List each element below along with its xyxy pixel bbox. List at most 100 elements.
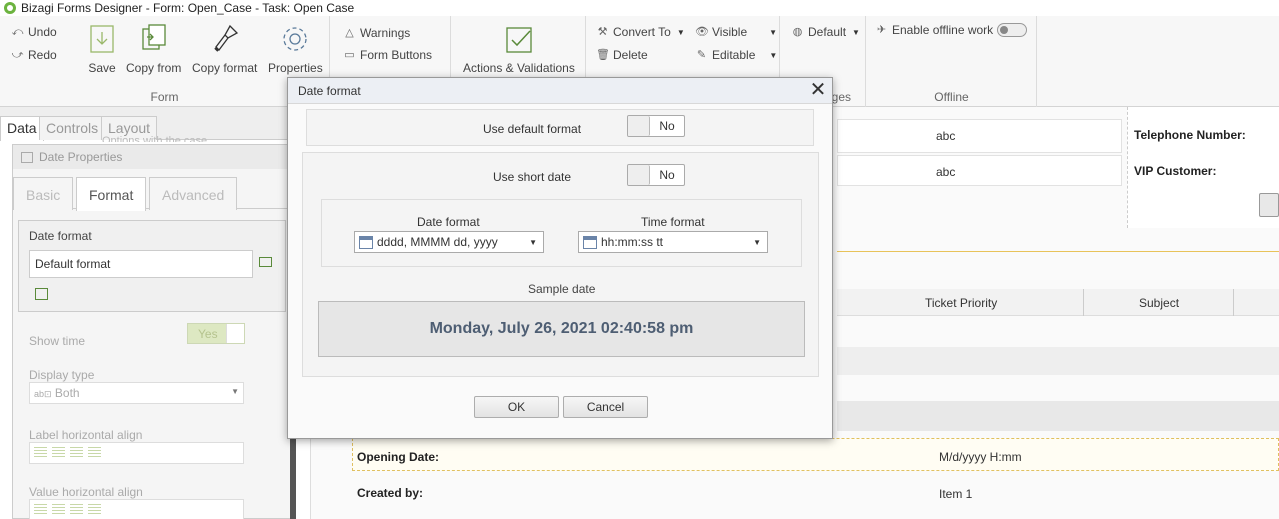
globe-icon: ◍ [792, 25, 803, 38]
col-subject[interactable]: Subject [1139, 296, 1179, 310]
date-format-dialog: Date format ✕ Use default format No Use … [287, 77, 833, 439]
undo-button[interactable]: ⤺ Undo [11, 25, 57, 39]
display-type-icon: ab⊡ [34, 389, 52, 399]
save-button[interactable]: Save [87, 23, 117, 75]
col-ticket-priority[interactable]: Ticket Priority [925, 296, 997, 310]
date-properties-panel: Date Properties Basic Format Advanced Da… [12, 144, 296, 519]
form-button-icon: ▭ [344, 48, 355, 61]
telephone-label: Telephone Number: [1134, 128, 1246, 142]
edit-format-icon[interactable] [259, 257, 272, 267]
chevron-down-icon: ▼ [753, 237, 761, 247]
use-short-toggle[interactable]: No [627, 164, 685, 186]
gear-icon [283, 27, 307, 51]
grid-divider [1083, 289, 1084, 316]
tab-data[interactable]: Data [0, 116, 44, 141]
tab-controls[interactable]: Controls [39, 116, 106, 140]
show-time-knob [226, 324, 244, 343]
date-properties-header: Date Properties [13, 145, 295, 169]
align-left-icon[interactable] [34, 504, 47, 514]
chevron-down-icon: ▼ [231, 387, 239, 396]
calendar-icon [583, 235, 597, 249]
show-time-label: Show time [29, 334, 86, 348]
value-align-options[interactable] [29, 499, 244, 519]
convert-to-button[interactable]: ⚒ Convert To ▼ [596, 25, 685, 39]
calendar-clock-icon [35, 288, 48, 300]
window-title: Bizagi Forms Designer - Form: Open_Case … [21, 1, 355, 15]
copy-from-icon [142, 24, 166, 50]
created-by-value: Item 1 [939, 487, 973, 501]
bizagi-logo-icon [4, 2, 16, 14]
calendar-icon [359, 235, 373, 249]
cancel-button[interactable]: Cancel [563, 396, 648, 418]
date-format-section: Date format Default format [18, 220, 286, 312]
grid-row [837, 401, 1279, 431]
dialog-title: Date format [298, 83, 361, 98]
display-type-label: Display type [29, 368, 95, 382]
abc-value-1: abc [936, 129, 956, 143]
left-panel: Data Controls Layout Options with the ca… [0, 107, 296, 519]
display-type-select[interactable]: ab⊡ Both ▼ [29, 382, 244, 404]
sample-date-label: Sample date [528, 282, 596, 296]
field-cell [837, 155, 1122, 186]
abc-value-2: abc [936, 165, 956, 179]
tab-format[interactable]: Format [76, 177, 147, 211]
time-format-select[interactable]: hh:mm:ss tt ▼ [578, 231, 768, 253]
undo-icon: ⤺ [11, 25, 24, 38]
language-dropdown[interactable]: ◍ Default ▼ [791, 25, 860, 39]
align-center-icon[interactable] [52, 504, 65, 514]
property-tabs: Basic Format Advanced [13, 173, 295, 211]
field-cell [837, 119, 1122, 153]
use-default-toggle[interactable]: No [627, 115, 685, 137]
sample-date-value: Monday, July 26, 2021 02:40:58 pm [318, 301, 805, 357]
align-justify-icon[interactable] [88, 447, 101, 457]
paintbrush-icon [213, 24, 238, 52]
edit-icon: ✎ [696, 48, 707, 61]
align-right-icon[interactable] [70, 447, 83, 457]
visible-button[interactable]: 👁 Visible ▼ [695, 25, 777, 39]
warnings-button[interactable]: △ Warnings [343, 26, 410, 40]
close-icon[interactable]: ✕ [806, 79, 830, 103]
default-format-frame: Use default format No [306, 109, 814, 146]
format-selectors-frame: Date format dddd, MMMM dd, yyyy ▼ Time f… [321, 199, 802, 267]
form-buttons-button[interactable]: ▭ Form Buttons [343, 48, 432, 62]
delete-button[interactable]: 🗑 Delete [596, 48, 648, 62]
opening-date-value: M/d/yyyy H:mm [939, 450, 1022, 464]
date-format-select[interactable]: dddd, MMMM dd, yyyy ▼ [354, 231, 544, 253]
copy-format-button[interactable]: Copy format [192, 23, 257, 75]
use-short-label: Use short date [493, 170, 572, 184]
properties-button[interactable]: Properties [268, 23, 323, 75]
yellow-divider [837, 251, 1279, 252]
redo-icon: ⤻ [11, 48, 24, 61]
chevron-down-icon: ▼ [529, 237, 537, 247]
opening-date-label: Opening Date: [357, 450, 440, 464]
copy-from-button[interactable]: Copy from [126, 23, 181, 75]
edit-button-partial[interactable] [1259, 193, 1279, 217]
tab-basic[interactable]: Basic [13, 177, 74, 210]
redo-button[interactable]: ⤻ Redo [11, 48, 57, 62]
editable-button[interactable]: ✎ Editable ▼ [695, 48, 777, 62]
vip-label: VIP Customer: [1134, 164, 1217, 178]
value-align-label: Value horizontal align [29, 485, 143, 499]
faded-tree-text: Options with the case [102, 135, 208, 142]
warning-triangle-icon: △ [345, 26, 354, 39]
languages-group-label: ges [831, 90, 851, 104]
actions-validations-button[interactable]: Actions & Validations [463, 23, 575, 75]
opening-date-row[interactable] [352, 438, 1279, 471]
align-right-icon[interactable] [70, 504, 83, 514]
created-by-label: Created by: [357, 486, 424, 500]
date-format-field[interactable]: Default format [29, 250, 253, 278]
align-justify-icon[interactable] [88, 504, 101, 514]
align-center-icon[interactable] [52, 447, 65, 457]
save-icon [90, 25, 114, 53]
offline-toggle[interactable]: ✈ Enable offline work [875, 23, 1028, 37]
offline-switch[interactable] [997, 23, 1028, 37]
ok-button[interactable]: OK [474, 396, 559, 418]
eye-icon: 👁 [695, 25, 709, 38]
show-time-toggle[interactable]: Yes [187, 323, 245, 344]
label-align-options[interactable] [29, 442, 244, 464]
tab-advanced[interactable]: Advanced [149, 177, 238, 210]
date-format-label: Date format [417, 215, 480, 229]
trash-icon: 🗑 [596, 48, 610, 61]
use-default-label: Use default format [483, 122, 582, 136]
align-left-icon[interactable] [34, 447, 47, 457]
